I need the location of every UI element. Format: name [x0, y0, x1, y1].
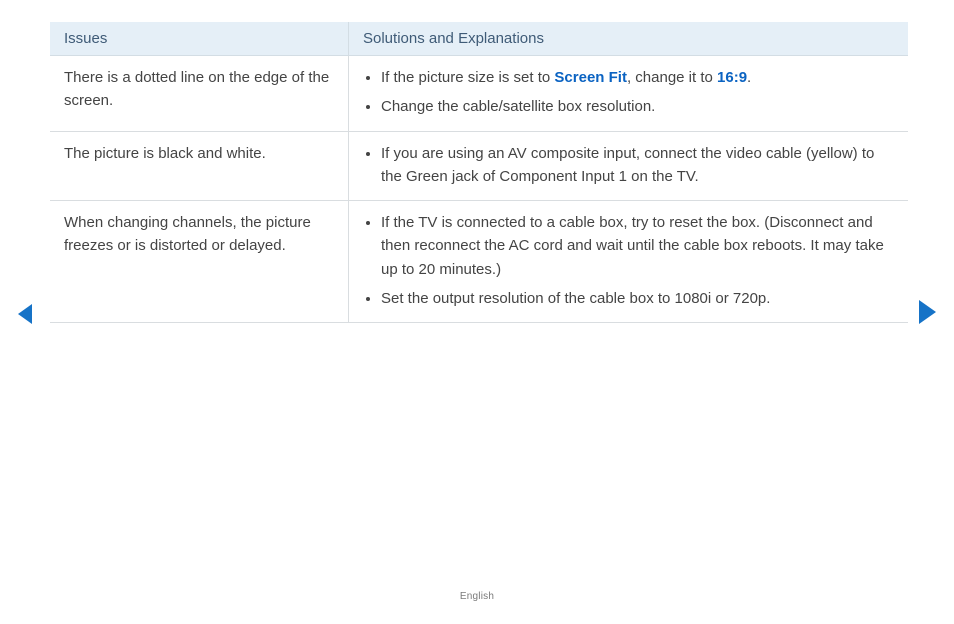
troubleshoot-page: Issues Solutions and Explanations There …	[50, 22, 908, 323]
list-item: Change the cable/satellite box resolutio…	[381, 95, 894, 118]
prev-page-arrow-icon[interactable]	[18, 304, 32, 324]
solution-cell: If the picture size is set to Screen Fit…	[349, 56, 909, 132]
list-item: If the picture size is set to Screen Fit…	[381, 66, 894, 89]
table-row: When changing channels, the picture free…	[50, 201, 908, 323]
issue-cell: The picture is black and white.	[50, 131, 349, 201]
text-fragment: If the picture size is set to	[381, 69, 554, 86]
issue-cell: There is a dotted line on the edge of th…	[50, 56, 349, 132]
th-issues: Issues	[50, 22, 349, 56]
text-fragment: , change it to	[627, 69, 717, 86]
solution-cell: If you are using an AV composite input, …	[349, 131, 909, 201]
issue-cell: When changing channels, the picture free…	[50, 201, 349, 323]
list-item: Set the output resolution of the cable b…	[381, 287, 894, 310]
next-page-arrow-icon[interactable]	[919, 300, 936, 324]
list-item: If the TV is connected to a cable box, t…	[381, 211, 894, 281]
troubleshoot-table: Issues Solutions and Explanations There …	[50, 22, 908, 323]
th-solutions: Solutions and Explanations	[349, 22, 909, 56]
highlight-term: 16:9	[717, 69, 747, 86]
table-row: The picture is black and white. If you a…	[50, 131, 908, 201]
text-fragment: .	[747, 69, 751, 86]
table-row: There is a dotted line on the edge of th…	[50, 56, 908, 132]
solution-cell: If the TV is connected to a cable box, t…	[349, 201, 909, 323]
footer-language: English	[0, 591, 954, 602]
list-item: If you are using an AV composite input, …	[381, 142, 894, 189]
highlight-term: Screen Fit	[554, 69, 627, 86]
